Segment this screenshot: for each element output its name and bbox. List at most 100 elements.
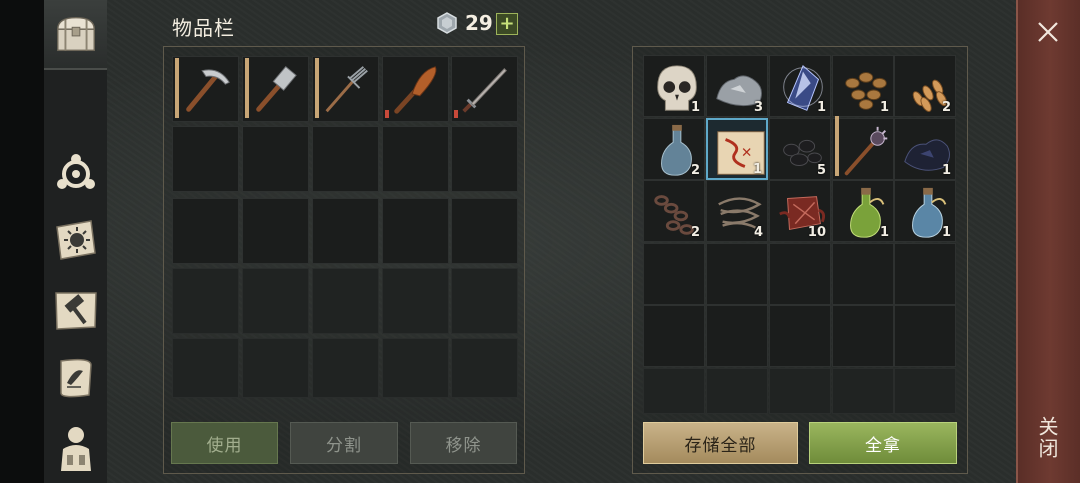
container-slot[interactable] <box>894 243 956 305</box>
buy-currency-button[interactable]: + <box>496 13 518 35</box>
inventory-slot[interactable] <box>382 126 449 192</box>
inventory-slot[interactable] <box>382 268 449 334</box>
container-slot[interactable]: ✕ 1 <box>706 118 768 180</box>
container-slot[interactable]: 4 <box>706 180 768 242</box>
container-slot[interactable] <box>769 243 831 305</box>
inventory-slot-tool[interactable] <box>451 56 518 122</box>
item-quantity: 2 <box>690 225 700 240</box>
inventory-slot-tool[interactable] <box>242 56 309 122</box>
item-quantity: 1 <box>879 100 889 115</box>
sidebar-item-character[interactable] <box>50 422 102 474</box>
close-icon <box>1038 22 1058 42</box>
store-all-button[interactable]: 存储全部 <box>643 422 798 464</box>
item-quantity: 2 <box>690 163 700 178</box>
item-quantity: 1 <box>941 163 951 178</box>
inventory-slot[interactable] <box>312 268 379 334</box>
container-slot[interactable]: 1 <box>832 55 894 117</box>
inventory-slot[interactable] <box>312 126 379 192</box>
container-slot[interactable]: 1 <box>769 55 831 117</box>
container-slot[interactable] <box>894 368 956 414</box>
inventory-slot[interactable] <box>172 198 239 264</box>
inventory-slot[interactable] <box>242 338 309 398</box>
container-slot[interactable] <box>643 368 705 414</box>
container-slot[interactable] <box>706 368 768 414</box>
container-slot[interactable] <box>643 243 705 305</box>
inventory-slot[interactable] <box>242 268 309 334</box>
svg-text:✕: ✕ <box>741 145 752 161</box>
currency-gem-icon <box>437 12 457 34</box>
close-button[interactable] <box>1030 14 1066 50</box>
durability-bar <box>175 58 179 118</box>
sword-icon <box>462 68 507 113</box>
container-slot[interactable] <box>706 243 768 305</box>
sidebar-item-inventory[interactable] <box>44 0 107 70</box>
character-icon <box>61 427 91 471</box>
durability-bar <box>835 116 839 176</box>
container-slot[interactable] <box>832 305 894 367</box>
use-button[interactable]: 使用 <box>171 422 278 464</box>
durability-bar <box>245 58 249 118</box>
container-slot[interactable] <box>832 368 894 414</box>
inventory-slot-tool[interactable] <box>312 56 379 122</box>
container-slot[interactable]: 1 <box>643 55 705 117</box>
sidebar-item-crafting[interactable] <box>50 146 102 198</box>
container-slot[interactable]: 5 <box>769 118 831 180</box>
container-slot[interactable] <box>769 305 831 367</box>
inventory-slot-tool[interactable] <box>172 56 239 122</box>
container-slot[interactable] <box>832 116 894 180</box>
remove-button[interactable]: 移除 <box>410 422 517 464</box>
item-quantity: 1 <box>816 100 826 115</box>
container-slot[interactable]: 10 <box>769 180 831 242</box>
container-slot[interactable] <box>769 368 831 414</box>
inventory-slot[interactable] <box>242 198 309 264</box>
container-slot[interactable] <box>832 243 894 305</box>
container-slot[interactable]: 1 <box>894 118 956 180</box>
spiked-mace-icon <box>844 126 888 176</box>
item-quantity: 4 <box>753 225 763 240</box>
durability-bar <box>385 110 389 118</box>
container-slot[interactable]: 1 <box>832 180 894 242</box>
container-slot[interactable] <box>643 305 705 367</box>
take-all-button[interactable]: 全拿 <box>809 422 957 464</box>
item-quantity: 3 <box>753 100 763 115</box>
inventory-slot[interactable] <box>312 338 379 398</box>
currency-count: 29 <box>465 11 493 35</box>
inventory-slot[interactable] <box>451 338 518 398</box>
quest-scroll-icon <box>60 358 92 398</box>
screen-left-edge <box>0 0 44 483</box>
item-quantity: 1 <box>752 162 762 177</box>
split-button[interactable]: 分割 <box>290 422 398 464</box>
sidebar-item-journal[interactable] <box>50 214 102 266</box>
container-slot[interactable]: 2 <box>643 180 705 242</box>
container-slot[interactable] <box>706 305 768 367</box>
inventory-slot[interactable] <box>172 338 239 398</box>
sidebar-item-build[interactable] <box>50 284 102 336</box>
sidebar-item-quests[interactable] <box>50 352 102 404</box>
inventory-slot[interactable] <box>242 126 309 192</box>
inventory-slot[interactable] <box>172 126 239 192</box>
club-icon <box>394 66 437 114</box>
inventory-slot[interactable] <box>451 268 518 334</box>
container-slot[interactable]: 1 <box>894 180 956 242</box>
close-label[interactable]: 关闭 <box>1034 410 1062 466</box>
inventory-slot[interactable] <box>172 268 239 334</box>
item-quantity: 1 <box>690 100 700 115</box>
durability-bar <box>315 58 319 118</box>
page-title: 物品栏 <box>172 16 235 40</box>
crafting-tree-icon <box>57 154 95 189</box>
container-slot[interactable]: 3 <box>706 55 768 117</box>
inventory-slot[interactable] <box>382 198 449 264</box>
container-slot[interactable] <box>894 305 956 367</box>
pitchfork-icon <box>325 66 368 113</box>
durability-bar <box>454 110 458 118</box>
inventory-slot-tool[interactable] <box>382 56 449 122</box>
inventory-slot[interactable] <box>382 338 449 398</box>
item-quantity: 10 <box>807 225 826 240</box>
item-quantity: 1 <box>941 225 951 240</box>
inventory-slot[interactable] <box>451 126 518 192</box>
container-slot[interactable]: 2 <box>894 55 956 117</box>
pickaxe-icon <box>186 69 230 112</box>
inventory-slot[interactable] <box>312 198 379 264</box>
inventory-slot[interactable] <box>451 198 518 264</box>
container-slot[interactable]: 2 <box>643 118 705 180</box>
